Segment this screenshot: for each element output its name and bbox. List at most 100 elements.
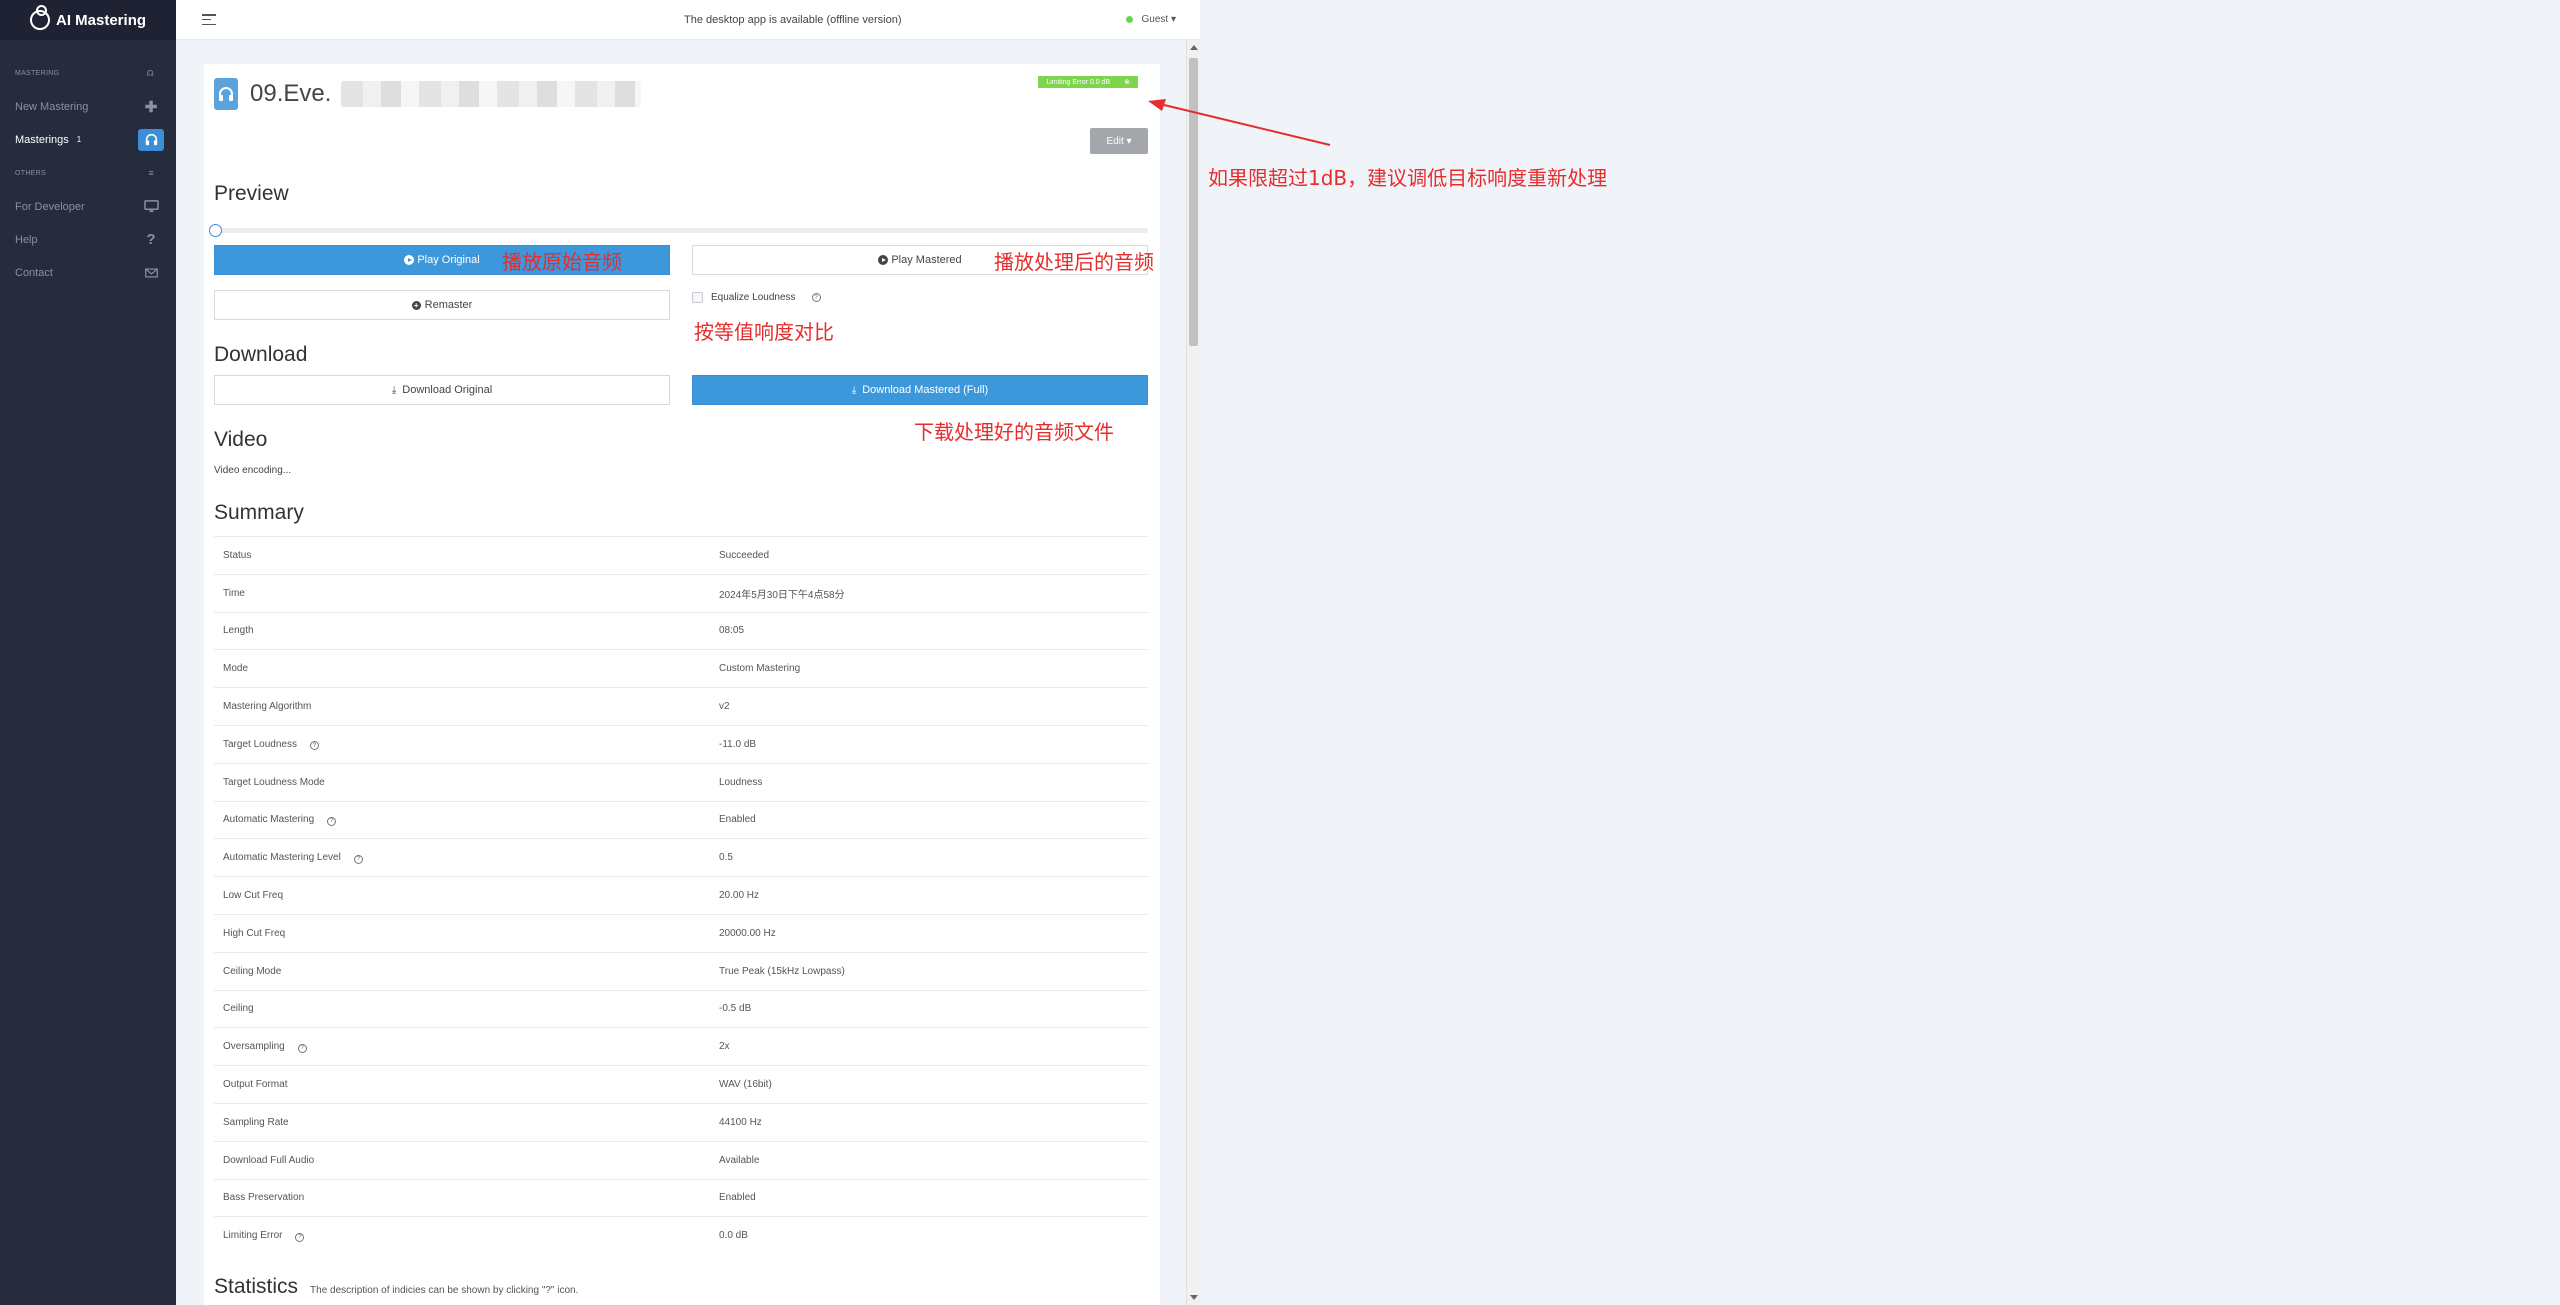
play-icon bbox=[404, 255, 415, 265]
summary-table: Status Succeeded Time 2024年5月30日下午4点58分 Leng… bbox=[214, 536, 1148, 1255]
download-heading: Download bbox=[214, 343, 308, 366]
desktop-app-link[interactable]: The desktop app is available (offline ve… bbox=[684, 14, 901, 26]
summary-label: Download Full Audio bbox=[223, 1154, 315, 1166]
statistics-description: The description of indicies can be shown… bbox=[310, 1285, 579, 1296]
equalize-loudness-row: Equalize Loudness ? bbox=[692, 292, 821, 303]
statistics-header: Statistics The description of indicies c… bbox=[214, 1275, 578, 1299]
download-icon: ⤓ bbox=[851, 384, 857, 396]
masterings-count-badge: 1 bbox=[76, 135, 82, 144]
summary-label: Bass Preservation bbox=[223, 1192, 305, 1204]
summary-heading: Summary bbox=[214, 501, 304, 524]
summary-value: 08:05 bbox=[719, 625, 745, 637]
summary-value: Available bbox=[719, 1154, 760, 1166]
summary-value: 0.5 bbox=[719, 852, 733, 864]
summary-value: 44100 Hz bbox=[719, 1116, 762, 1128]
menu-toggle-icon[interactable] bbox=[202, 14, 216, 25]
sidebar-item-for-developer[interactable]: For Developer bbox=[0, 190, 176, 223]
summary-value: WAV (16bit) bbox=[719, 1079, 772, 1091]
page-scrollbar[interactable] bbox=[1186, 40, 1200, 1305]
summary-value: 2x bbox=[719, 1041, 730, 1053]
table-row: Mode Custom Mastering bbox=[214, 649, 1148, 688]
table-row: Ceiling -0.5 dB bbox=[214, 990, 1148, 1028]
sidebar-item-masterings[interactable]: Masterings 1 bbox=[0, 123, 176, 156]
summary-label: Low Cut Freq bbox=[223, 890, 284, 902]
help-icon[interactable]: ? bbox=[297, 1043, 307, 1053]
playback-slider-handle[interactable] bbox=[209, 224, 222, 237]
audio-file-icon bbox=[214, 78, 238, 110]
summary-label: Time bbox=[223, 587, 245, 599]
table-row: Limiting Error? 0.0 dB bbox=[214, 1216, 1148, 1255]
plus-circle-icon: + bbox=[411, 300, 421, 310]
user-menu[interactable]: Guest ▾ bbox=[1125, 14, 1176, 25]
summary-value: -0.5 dB bbox=[719, 1003, 752, 1015]
table-row: Sampling Rate 44100 Hz bbox=[214, 1103, 1148, 1141]
annotation-play-original: 播放原始音频 bbox=[502, 250, 622, 274]
summary-value: 2024年5月30日下午4点58分 bbox=[719, 589, 845, 601]
file-header: 09.Eve. bbox=[214, 78, 642, 110]
summary-label: Target Loudness? bbox=[214, 725, 711, 763]
limiting-error-badge: Limiting Error 0.0 dB ⊗ bbox=[1038, 76, 1138, 88]
help-icon[interactable]: ? bbox=[295, 1232, 305, 1242]
remaster-button[interactable]: + Remaster bbox=[214, 290, 670, 320]
badge-help-icon[interactable]: ⊗ bbox=[1124, 78, 1130, 86]
headphones-icon bbox=[138, 128, 164, 151]
table-row: Bass Preservation Enabled bbox=[214, 1179, 1148, 1217]
edit-button[interactable]: Edit ▾ bbox=[1090, 128, 1148, 154]
online-status-dot bbox=[1125, 16, 1133, 23]
file-name: 09.Eve. bbox=[250, 80, 332, 107]
brand-logo[interactable]: AI Mastering bbox=[0, 0, 176, 40]
monitor-icon bbox=[138, 196, 164, 218]
table-row: Target Loudness Mode Loudness bbox=[214, 763, 1148, 801]
sidebar-item-contact[interactable]: Contact bbox=[0, 256, 176, 289]
summary-value: 0.0 dB bbox=[719, 1230, 748, 1242]
table-row: Oversampling? 2x bbox=[214, 1027, 1148, 1066]
table-row: Download Full Audio Available bbox=[214, 1141, 1148, 1179]
sidebar-item-new-mastering[interactable]: New Mastering ✚ bbox=[0, 90, 176, 123]
help-icon[interactable]: ? bbox=[309, 741, 319, 751]
annotation-play-mastered: 播放处理后的音频 bbox=[994, 250, 1154, 274]
annotation-download: 下载处理好的音频文件 bbox=[914, 420, 1114, 444]
summary-label: Length bbox=[223, 625, 254, 637]
help-icon[interactable]: ? bbox=[811, 293, 821, 302]
play-icon bbox=[878, 255, 889, 265]
help-icon[interactable]: ? bbox=[353, 854, 363, 864]
scroll-up-icon[interactable] bbox=[1190, 45, 1198, 50]
sidebar-item-help[interactable]: Help ? bbox=[0, 223, 176, 256]
logo-icon bbox=[30, 5, 50, 30]
summary-label: Mastering Algorithm bbox=[223, 701, 312, 713]
list-icon: ≡ bbox=[148, 168, 154, 178]
table-row: Automatic Mastering Level? 0.5 bbox=[214, 838, 1148, 877]
table-row: Output Format WAV (16bit) bbox=[214, 1065, 1148, 1104]
summary-value: True Peak (15kHz Lowpass) bbox=[719, 965, 845, 977]
summary-value: -11.0 dB bbox=[719, 738, 757, 750]
summary-value: 20000.00 Hz bbox=[719, 927, 776, 939]
section-others: OTHERS ≡ bbox=[15, 168, 154, 178]
summary-label: Sampling Rate bbox=[223, 1116, 289, 1128]
table-row: Automatic Mastering? Enabled bbox=[214, 801, 1148, 839]
summary-label: Ceiling Mode bbox=[223, 965, 282, 977]
playback-slider[interactable] bbox=[209, 224, 1148, 237]
question-icon: ? bbox=[146, 231, 156, 248]
table-row: Length 08:05 bbox=[214, 612, 1148, 650]
summary-value: Succeeded bbox=[719, 549, 770, 561]
summary-label: Automatic Mastering? bbox=[214, 801, 711, 839]
download-original-button[interactable]: ⤓ Download Original bbox=[214, 375, 670, 405]
sidebar: AI Mastering MASTERING ☊ New Mastering ✚… bbox=[0, 0, 176, 1305]
table-row: Ceiling Mode True Peak (15kHz Lowpass) bbox=[214, 952, 1148, 990]
table-row: Mastering Algorithm v2 bbox=[214, 687, 1148, 726]
equalize-loudness-checkbox[interactable] bbox=[692, 292, 703, 303]
summary-value: Enabled bbox=[719, 1192, 756, 1204]
download-mastered-button[interactable]: ⤓ Download Mastered (Full) bbox=[692, 375, 1148, 405]
table-row: Time 2024年5月30日下午4点58分 bbox=[214, 574, 1148, 612]
annotation-equalize: 按等值响度对比 bbox=[694, 320, 834, 344]
section-mastering: MASTERING ☊ bbox=[15, 68, 154, 78]
table-row: Low Cut Freq 20.00 Hz bbox=[214, 876, 1148, 915]
help-icon[interactable]: ? bbox=[327, 816, 337, 826]
preview-heading: Preview bbox=[214, 182, 289, 205]
scroll-down-icon[interactable] bbox=[1190, 1295, 1198, 1300]
scroll-thumb[interactable] bbox=[1189, 58, 1198, 346]
redacted-filename bbox=[341, 81, 642, 107]
table-row: Status Succeeded bbox=[214, 536, 1148, 575]
summary-label: Limiting Error? bbox=[214, 1217, 711, 1255]
summary-label: Automatic Mastering Level? bbox=[214, 839, 711, 877]
